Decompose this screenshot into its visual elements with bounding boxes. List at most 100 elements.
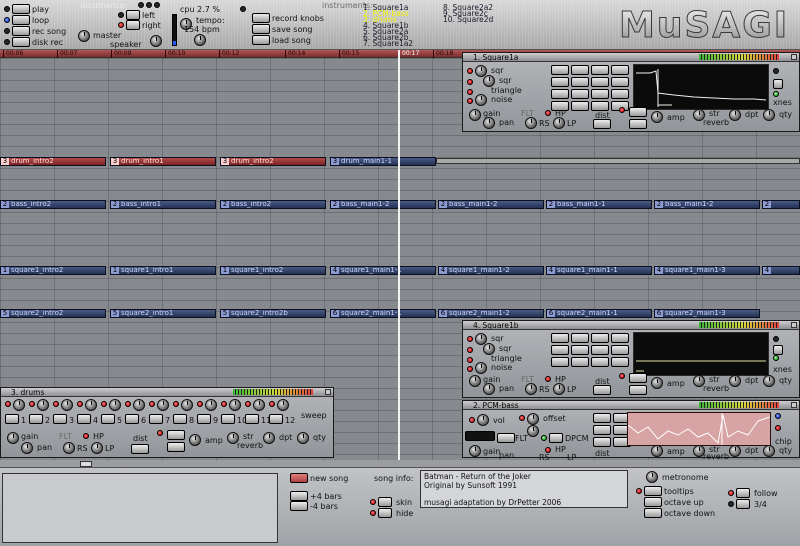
close-icon[interactable] [791, 402, 797, 408]
loop-button[interactable] [12, 15, 30, 25]
dist-led[interactable] [619, 107, 625, 113]
skin-button[interactable] [378, 497, 392, 507]
close-icon[interactable] [791, 322, 797, 328]
grid-button[interactable] [611, 345, 629, 355]
instrument-panel-drums[interactable]: 3. drums 1 2 3 4 5 6 7 8 9 10 11 12 sweep gain pan … [0, 387, 334, 458]
pad-led[interactable] [77, 401, 83, 407]
rs-knob[interactable] [525, 117, 537, 129]
clip-bass[interactable]: 2 bass_intro1 [110, 200, 216, 209]
pad-knob[interactable] [37, 399, 49, 411]
panel-titlebar[interactable]: 1. Square1a [463, 53, 799, 62]
amp-knob[interactable] [651, 445, 663, 457]
skin-led[interactable] [370, 499, 376, 505]
grid-button[interactable] [571, 89, 589, 99]
pad-button[interactable] [101, 414, 115, 424]
offset-fine-knob[interactable] [527, 425, 539, 437]
grid-button[interactable] [593, 425, 611, 435]
grid-button[interactable] [571, 345, 589, 355]
time-sig-led[interactable] [728, 501, 734, 507]
dist-button[interactable] [629, 119, 647, 129]
pad-led[interactable] [221, 401, 227, 407]
grid-button[interactable] [591, 65, 609, 75]
tempo-fine-knob[interactable] [194, 34, 206, 46]
pad-knob[interactable] [253, 399, 265, 411]
hide-button[interactable] [378, 508, 392, 518]
pad-knob[interactable] [205, 399, 217, 411]
pad-button[interactable] [245, 414, 259, 424]
clip-square2[interactable]: 6 square2_main1-2 [438, 309, 544, 318]
clip-bass[interactable]: 2 bass_main1-1 [546, 200, 652, 209]
pad-led[interactable] [53, 401, 59, 407]
left-button[interactable] [126, 10, 140, 20]
grid-button[interactable] [591, 345, 609, 355]
qty-knob[interactable] [297, 432, 309, 444]
pad-knob[interactable] [277, 399, 289, 411]
drum-pattern-bar[interactable] [436, 158, 800, 164]
clip-square1[interactable]: 4 square1_main1-1 [546, 266, 652, 275]
save-song-button[interactable] [252, 24, 270, 34]
grid-button[interactable] [551, 77, 569, 87]
pad-led[interactable] [197, 401, 203, 407]
grid-button[interactable] [551, 89, 569, 99]
dist-button[interactable] [629, 373, 647, 383]
grid-button[interactable] [571, 333, 589, 343]
play-button[interactable] [12, 4, 30, 14]
hp-led[interactable] [545, 376, 551, 382]
pad-button[interactable] [77, 414, 91, 424]
panel-titlebar[interactable]: 3. drums [1, 388, 333, 397]
grid-button[interactable] [611, 89, 629, 99]
pan-knob[interactable] [483, 383, 495, 395]
clip-bass[interactable]: 2 bass_intro2 [220, 200, 326, 209]
grid-button[interactable] [571, 101, 589, 111]
octave-down-button[interactable] [644, 508, 662, 518]
wave-led[interactable] [467, 89, 473, 95]
dist-button[interactable] [593, 385, 611, 395]
grid-button[interactable] [551, 345, 569, 355]
amp-knob[interactable] [651, 111, 663, 123]
vol-led[interactable] [469, 417, 475, 423]
dist-button[interactable] [167, 442, 185, 452]
dist-button[interactable] [593, 119, 611, 129]
grid-button[interactable] [571, 77, 589, 87]
new-song-button[interactable] [290, 473, 308, 483]
panel-titlebar[interactable]: 4. Square1b [463, 321, 799, 330]
time-sig-button[interactable] [736, 499, 750, 509]
follow-button[interactable] [736, 488, 750, 498]
envelope-display[interactable] [633, 64, 769, 110]
qty-knob[interactable] [763, 109, 775, 121]
metronome-knob[interactable] [646, 471, 658, 483]
pad-led[interactable] [269, 401, 275, 407]
qty-knob[interactable] [763, 445, 775, 457]
grid-button[interactable] [571, 357, 589, 367]
wave-knob[interactable] [475, 362, 487, 374]
grid-button[interactable] [591, 101, 609, 111]
wave-led[interactable] [467, 366, 473, 372]
right-button[interactable] [126, 20, 140, 30]
plus-4-bars-button[interactable] [290, 491, 308, 501]
playhead[interactable] [398, 50, 400, 460]
pan-knob[interactable] [483, 117, 495, 129]
offset-led[interactable] [519, 415, 525, 421]
pad-knob[interactable] [13, 399, 25, 411]
speaker-knob[interactable] [150, 35, 162, 47]
dpt-knob[interactable] [729, 109, 741, 121]
dist-button[interactable] [131, 444, 149, 454]
clip-bass[interactable]: 2 bass_main1-2 [330, 200, 436, 209]
dpcm-button[interactable] [549, 433, 563, 443]
pad-button[interactable] [221, 414, 235, 424]
grid-button[interactable] [551, 65, 569, 75]
chip-led[interactable] [775, 413, 781, 419]
wave-knob[interactable] [475, 94, 487, 106]
clip-drums[interactable]: 3 drum_main1-1 [330, 157, 436, 166]
qty-knob[interactable] [763, 375, 775, 387]
pad-button[interactable] [149, 414, 163, 424]
clip-square2[interactable]: 5 square2_intro1 [110, 309, 216, 318]
pad-knob[interactable] [229, 399, 241, 411]
sample-waveform[interactable] [627, 412, 771, 446]
wave-led[interactable] [467, 347, 473, 353]
follow-led[interactable] [728, 490, 734, 496]
pad-knob[interactable] [181, 399, 193, 411]
dist-button[interactable] [629, 385, 647, 395]
clip-square2[interactable]: 6 square2_main1-1 [330, 309, 436, 318]
pad-button[interactable] [197, 414, 211, 424]
